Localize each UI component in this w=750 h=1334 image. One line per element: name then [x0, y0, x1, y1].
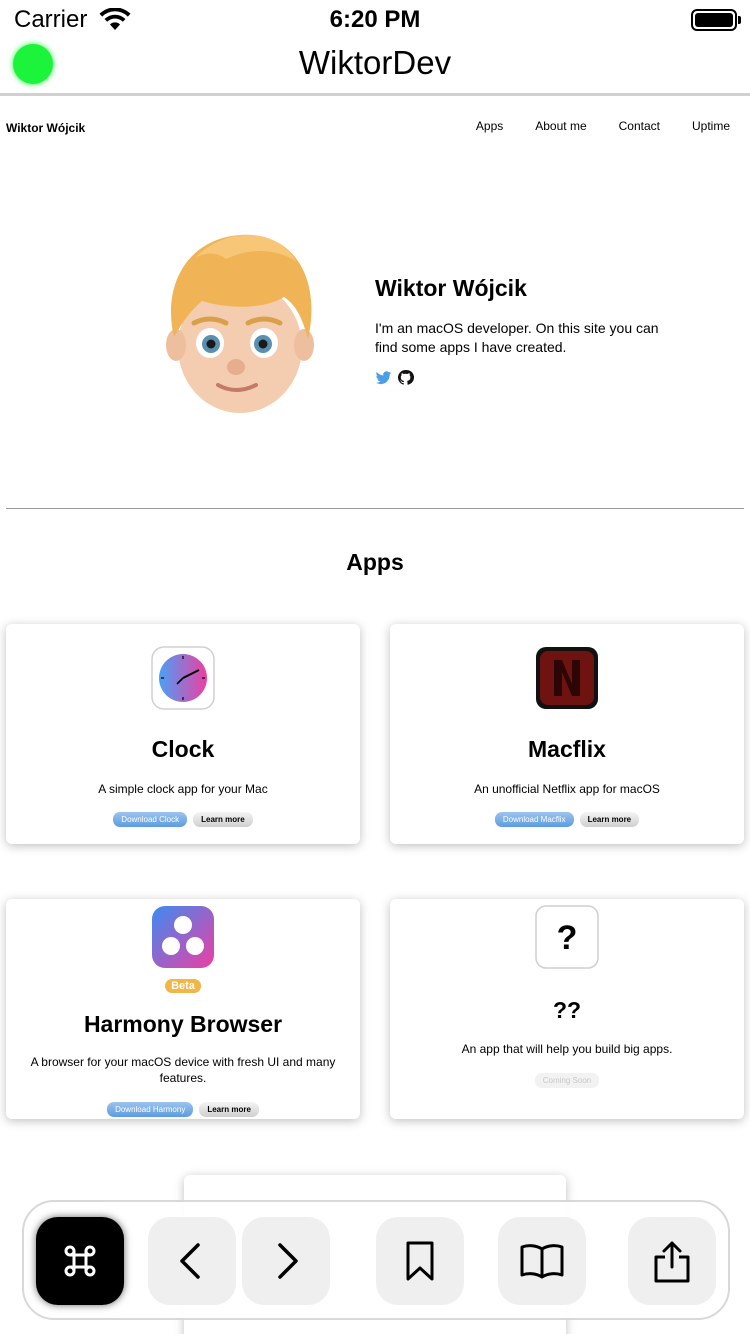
- nav-link-contact[interactable]: Contact: [619, 119, 660, 133]
- command-icon: [64, 1245, 96, 1277]
- battery-icon: [691, 9, 737, 31]
- social-links: [375, 369, 414, 386]
- back-button[interactable]: [148, 1217, 236, 1305]
- card-buttons: Download Clock Learn more: [6, 812, 360, 827]
- bottom-toolbar: [22, 1200, 730, 1320]
- card-buttons: Coming Soon: [390, 1073, 744, 1088]
- share-button[interactable]: [628, 1217, 716, 1305]
- download-macflix-button[interactable]: Download Macflix: [494, 812, 574, 827]
- status-time: 6:20 PM: [329, 6, 421, 33]
- apps-section-title: Apps: [346, 549, 404, 575]
- nav-link-apps[interactable]: Apps: [476, 119, 503, 133]
- harmony-app-icon: [152, 906, 214, 968]
- beta-badge: Beta: [165, 979, 201, 993]
- site-brand[interactable]: Wiktor Wójcik: [6, 121, 85, 135]
- bookmark-icon: [406, 1241, 434, 1281]
- download-harmony-button[interactable]: Download Harmony: [107, 1102, 194, 1117]
- back-icon: [180, 1243, 200, 1279]
- app-title: WiktorDev: [298, 44, 452, 81]
- website-content[interactable]: Wiktor Wójcik Apps About me Contact Upti…: [0, 99, 750, 1334]
- card-buttons: Download Macflix Learn more: [390, 812, 744, 827]
- forward-icon: [278, 1243, 298, 1279]
- avatar: [166, 234, 314, 413]
- app-card-clock: Clock A simple clock app for your Mac Do…: [6, 624, 360, 844]
- battery-nub: [738, 16, 741, 24]
- coming-soon-button: Coming Soon: [534, 1073, 600, 1088]
- learn-more-button[interactable]: Learn more: [579, 812, 640, 827]
- card-description: An unofficial Netflix app for macOS: [474, 782, 660, 796]
- card-title: Harmony Browser: [83, 1011, 283, 1037]
- card-title: Macflix: [528, 736, 606, 762]
- question-mark-icon: ?: [535, 905, 599, 969]
- reading-list-button[interactable]: [498, 1217, 586, 1305]
- svg-text:?: ?: [557, 919, 578, 957]
- card-description: A browser for your macOS device with fre…: [30, 1055, 336, 1085]
- card-description: A simple clock app for your Mac: [98, 782, 268, 796]
- command-button[interactable]: [36, 1217, 124, 1305]
- bookmark-button[interactable]: [376, 1217, 464, 1305]
- hero-description: I'm an macOS developer. On this site you…: [375, 320, 659, 355]
- learn-more-button[interactable]: Learn more: [193, 812, 253, 827]
- nav-link-uptime[interactable]: Uptime: [692, 119, 730, 133]
- download-clock-button[interactable]: Download Clock: [113, 812, 188, 827]
- card-buttons: Download Harmony Learn more: [6, 1102, 360, 1117]
- app-card-coming-soon: ? ?? An app that will help you build big…: [390, 899, 744, 1119]
- share-icon: [654, 1241, 690, 1283]
- card-description: An app that will help you build big apps…: [461, 1042, 673, 1056]
- card-title: ??: [552, 997, 582, 1023]
- app-card-harmony: Beta Harmony Browser A browser for your …: [6, 899, 360, 1119]
- macflix-app-icon: [536, 647, 598, 709]
- nav-link-about-me[interactable]: About me: [535, 119, 586, 133]
- github-icon[interactable]: [397, 369, 414, 386]
- forward-button[interactable]: [242, 1217, 330, 1305]
- learn-more-button[interactable]: Learn more: [199, 1102, 259, 1117]
- section-divider: [6, 508, 744, 509]
- twitter-icon[interactable]: [375, 369, 392, 386]
- reading-list-icon: [520, 1244, 564, 1279]
- app-title-bar: WiktorDev: [0, 40, 750, 96]
- card-title: Clock: [151, 736, 215, 762]
- app-card-macflix: Macflix An unofficial Netflix app for ma…: [390, 624, 744, 844]
- site-nav: Apps About me Contact Uptime: [444, 119, 730, 133]
- clock-app-icon: [151, 646, 215, 710]
- status-bar: Carrier 6:20 PM: [0, 0, 750, 40]
- hero-name: Wiktor Wójcik: [375, 275, 527, 301]
